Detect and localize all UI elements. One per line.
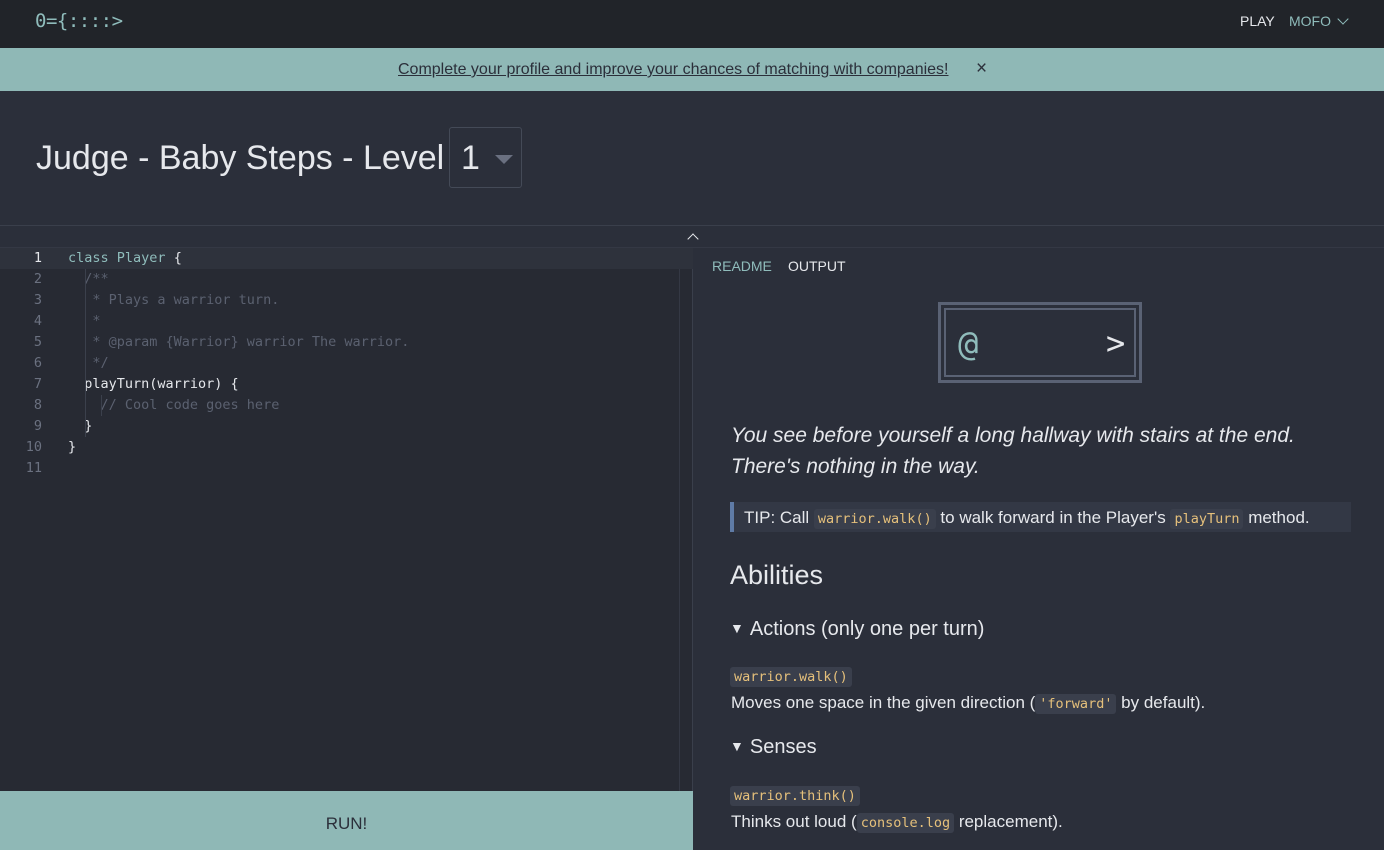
walk-description: Moves one space in the given direction (… [731,693,1206,714]
desc-text: Thinks out loud ( [731,812,857,831]
code-text: playTurn(warrior) { [68,376,239,392]
line-number: 8 [33,397,42,413]
run-button[interactable]: RUN! [0,791,693,850]
page-title: Judge - Baby Steps - Level [36,139,445,177]
chevron-down-icon [1337,13,1349,25]
abilities-heading: Abilities [730,560,824,590]
code-token: /** [68,271,109,287]
desc-text: by default). [1116,693,1206,712]
description-line: You see before yourself a long hallway w… [731,424,1295,447]
code-token: * Plays a warrior turn. [68,292,280,308]
line-number: 5 [33,334,42,350]
tip-suffix: method. [1243,508,1310,527]
complete-profile-link[interactable]: Complete your profile and improve your c… [398,61,949,79]
level-select[interactable]: 1 [449,127,522,188]
tip-code: warrior.walk() [813,509,936,529]
walk-code: warrior.walk() [730,667,852,687]
line-number: 10 [25,439,42,455]
desc-text: replacement). [954,812,1063,831]
line-number: 1 [33,250,42,266]
collapse-header-button[interactable] [687,232,699,245]
desc-text: Moves one space in the given direction ( [731,693,1036,712]
code-token: * @param {Warrior} warrior The warrior. [68,334,410,350]
code-token: { [165,250,182,266]
code-line[interactable]: 7 playTurn(warrior) { [0,374,693,395]
line-number: 3 [33,292,42,308]
code-token: Player [116,250,166,266]
code-editor[interactable]: 1 class Player {2 /** 3 * Plays a warrior … [0,248,693,791]
code-line[interactable]: 2 /** [0,269,693,290]
top-navbar: 0={::::> PLAY MOFO [0,0,1384,48]
code-text: class Player { [68,250,182,266]
line-number: 2 [33,271,42,287]
code-line[interactable]: 1 class Player { [0,248,693,269]
code-token: } [68,439,77,455]
desc-code: console.log [856,813,955,833]
level-board: @ > [938,302,1142,383]
line-number: 11 [25,460,42,476]
tip-prefix: TIP: Call [744,508,814,527]
code-text: } [68,439,76,455]
description-line: There's nothing in the way. [731,455,980,478]
tab-readme[interactable]: README [712,258,772,274]
code-text: */ [68,355,109,371]
indent-guide [101,395,102,416]
actions-toggle[interactable]: ▼ Actions (only one per turn) [730,618,984,641]
code-line[interactable]: 5 * @param {Warrior} warrior The warrior… [0,332,693,353]
think-description: Thinks out loud (console.log replacement… [731,812,1063,833]
code-line[interactable]: 4 * [0,311,693,332]
triangle-down-icon: ▼ [730,738,744,754]
board-floor: @ > [944,308,1136,377]
code-token: } [68,418,93,434]
tip-middle: to walk forward in the Player's [935,508,1171,527]
run-button-label: RUN! [325,814,368,833]
ability-code: warrior.walk() [730,667,852,687]
code-token: playTurn(warrior) { [68,376,239,392]
code-line[interactable]: 6 */ [0,353,693,374]
code-line[interactable]: 9 } [0,416,693,437]
desc-code: 'forward' [1035,694,1117,714]
senses-heading: Senses [749,736,817,758]
warrior-glyph: @ [958,324,979,364]
tip-text: TIP: Call warrior.walk() to walk forward… [744,508,1310,529]
indent-guide [85,269,86,437]
tip-box: TIP: Call warrior.walk() to walk forward… [730,502,1351,532]
line-number: 7 [33,376,42,392]
senses-toggle[interactable]: ▼ Senses [730,736,817,759]
line-number: 9 [33,418,42,434]
code-token: class [68,250,109,266]
code-token: // Cool code goes here [68,397,280,413]
user-menu-button[interactable]: MOFO [1289,13,1349,29]
code-text: // Cool code goes here [68,397,280,413]
code-token: */ [68,355,109,371]
actions-heading: Actions (only one per turn) [749,618,985,640]
stairs-glyph: > [1106,324,1126,362]
code-text: * @param {Warrior} warrior The warrior. [68,334,409,350]
close-icon[interactable]: × [976,58,987,80]
code-line[interactable]: 3 * Plays a warrior turn. [0,290,693,311]
title-area: Judge - Baby Steps - Level 1 [0,91,1384,226]
caret-down-icon [495,155,513,164]
tip-code: playTurn [1170,509,1244,529]
line-number: 6 [33,355,42,371]
ability-code: warrior.think() [730,786,860,806]
code-line[interactable]: 8 // Cool code goes here [0,395,693,416]
tab-output[interactable]: OUTPUT [788,258,846,274]
level-select-value: 1 [461,139,480,177]
code-text: } [68,418,92,434]
think-code: warrior.think() [730,786,860,806]
line-number: 4 [33,313,42,329]
code-text: * Plays a warrior turn. [68,292,279,308]
triangle-down-icon: ▼ [730,620,744,636]
profile-banner: Complete your profile and improve your c… [0,48,1384,91]
code-line[interactable]: 11 [0,458,693,479]
level-description: You see before yourself a long hallway w… [731,420,1351,482]
nav-play-link[interactable]: PLAY [1240,13,1275,29]
app-logo[interactable]: 0={::::> [35,10,123,32]
code-text: /** [68,271,109,287]
code-line[interactable]: 10} [0,437,693,458]
user-menu-label: MOFO [1289,13,1331,29]
chevron-up-icon [687,233,699,245]
